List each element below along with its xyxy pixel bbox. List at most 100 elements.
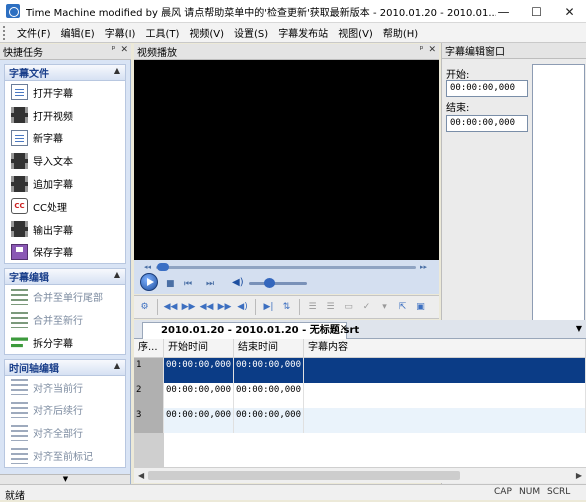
mark-start-icon[interactable]: ▶| [261, 300, 276, 315]
column-header-text[interactable]: 字幕内容 [304, 339, 586, 358]
minimize-button[interactable]: — [487, 0, 520, 23]
open-subtitle-icon [11, 84, 28, 101]
scroll-down-button[interactable]: ▼ [0, 474, 130, 484]
seek-bar[interactable] [156, 266, 416, 269]
task-export-subtitle[interactable]: 输出字幕 [5, 218, 125, 241]
import-text-icon [11, 152, 28, 169]
task-merge-new-line[interactable]: 合并至新行 [5, 308, 125, 331]
end-label: 结束: [446, 103, 470, 114]
task-group-title: 时间轴编辑 [9, 363, 59, 375]
task-append-subtitle[interactable]: 追加字幕 [5, 172, 125, 195]
task-merge-line-end[interactable]: 合并至单行尾部 [5, 285, 125, 308]
export-icon[interactable]: ⇱ [395, 300, 410, 315]
play-button[interactable] [140, 273, 158, 291]
tab-menu-icon[interactable]: ▼ [576, 324, 582, 333]
horizontal-scrollbar[interactable]: ◀ ▶ [134, 467, 586, 483]
align-right-icon[interactable]: ☰ [323, 300, 338, 315]
settings-icon[interactable]: ⚙ [137, 300, 152, 315]
mark-end-icon[interactable]: ⇅ [279, 300, 294, 315]
task-cc[interactable]: CC CC处理 [5, 195, 125, 218]
menu-video[interactable]: 视频(V) [184, 25, 229, 40]
new-subtitle-icon [11, 129, 28, 146]
playback-controls: ◂◂ ▸▸ ■ ⏮ ⏭ ◀) [134, 260, 439, 294]
task-group-timeline-edit: 时间轴编辑 ▲ 对齐当前行 对齐后续行 对齐全部行 对齐至前标记 [4, 358, 126, 468]
check-icon[interactable]: ✓ [359, 300, 374, 315]
end-time-field[interactable]: 00:00:00,000 [446, 115, 528, 132]
menu-view[interactable]: 视图(V) [333, 25, 378, 40]
fast-back-icon[interactable]: ◀◀ [199, 300, 214, 315]
menu-help[interactable]: 帮助(H) [378, 25, 423, 40]
menu-tools[interactable]: 工具(T) [140, 25, 184, 40]
task-new-subtitle[interactable]: 新字幕 [5, 127, 125, 150]
export-subtitle-icon [11, 221, 28, 238]
seek-right-icon[interactable]: ▸▸ [420, 263, 427, 271]
task-group-header[interactable]: 字幕文件 ▲ [5, 65, 125, 81]
append-subtitle-icon [11, 175, 28, 192]
document-tab[interactable]: 2010.01.20 - 2010.01.20 - 无标题.srt [142, 322, 359, 339]
menu-grip[interactable] [3, 25, 9, 40]
table-row[interactable]: 3 00:00:00,000 00:00:00,000 [134, 408, 586, 433]
maximize-button[interactable]: ☐ [520, 0, 553, 23]
scroll-right-icon[interactable]: ▶ [576, 471, 582, 480]
audio-icon[interactable]: ◀) [235, 300, 250, 315]
stop-icon[interactable]: ■ [166, 279, 175, 289]
title-bar: Time Machine modified by 晨风 请点帮助菜单中的'检查更… [0, 0, 586, 23]
task-group-header[interactable]: 字幕编辑 ▲ [5, 269, 125, 286]
menu-subtitle[interactable]: 字幕(I) [100, 25, 141, 40]
seek-left-icon[interactable]: ◂◂ [144, 263, 151, 271]
editor-panel-title: 字幕编辑窗口 [445, 47, 505, 58]
task-open-video[interactable]: 打开视频 [5, 104, 125, 127]
column-header-end[interactable]: 结束时间 [234, 339, 304, 358]
dropdown-icon[interactable]: ▾ [377, 300, 392, 315]
task-align-prev-mark[interactable]: 对齐至前标记 [5, 444, 125, 467]
quick-tasks-header: 快捷任务 ᵖ ✕ [0, 44, 131, 60]
rewind-icon[interactable]: ◀◀ [163, 300, 178, 315]
pin-icon[interactable]: ᵖ [112, 45, 116, 55]
column-header-index[interactable]: 序... [134, 339, 164, 358]
menu-file[interactable]: 文件(F) [12, 25, 56, 40]
scroll-thumb[interactable] [148, 471, 460, 480]
table-row[interactable]: 1 00:00:00,000 00:00:00,000 [134, 358, 586, 383]
task-align-all[interactable]: 对齐全部行 [5, 421, 125, 444]
task-import-text[interactable]: 导入文本 [5, 149, 125, 172]
caps-indicator: CAP [494, 487, 512, 497]
task-save-subtitle[interactable]: 保存字幕 [5, 241, 125, 264]
image-icon[interactable]: ▣ [413, 300, 428, 315]
task-group-subtitle-file: 字幕文件 ▲ 打开字幕 打开视频 新字幕 导入文本 追加字幕 CC CC处理 输出… [4, 64, 126, 265]
chevron-up-icon[interactable]: ▲ [114, 66, 120, 75]
task-split-subtitle[interactable]: 拆分字幕 [5, 331, 125, 354]
fast-forward-icon[interactable]: ▶▶ [217, 300, 232, 315]
close-icon[interactable]: ✕ [428, 45, 436, 55]
seek-handle[interactable] [157, 263, 169, 271]
menu-settings[interactable]: 设置(S) [229, 25, 273, 40]
close-icon[interactable]: ✕ [120, 45, 128, 55]
open-video-icon [11, 107, 28, 124]
editor-panel-header: 字幕编辑窗口 [442, 43, 586, 59]
column-header-start[interactable]: 开始时间 [164, 339, 234, 358]
align-left-icon[interactable]: ☰ [305, 300, 320, 315]
table-row[interactable]: 2 00:00:00,000 00:00:00,000 [134, 383, 586, 408]
step-forward-icon[interactable]: ▶▶ [181, 300, 196, 315]
prev-icon[interactable]: ⏮ [184, 279, 192, 289]
tab-close-icon[interactable]: ✕ [340, 324, 348, 334]
chevron-up-icon[interactable]: ▲ [114, 270, 120, 279]
menu-publish[interactable]: 字幕发布站 [273, 25, 333, 40]
save-icon [11, 243, 28, 260]
menu-edit[interactable]: 编辑(E) [56, 25, 100, 40]
next-icon[interactable]: ⏭ [206, 279, 214, 289]
align-following-icon [11, 401, 28, 418]
insert-icon[interactable]: ▭ [341, 300, 356, 315]
volume-slider[interactable] [249, 282, 307, 285]
pin-icon[interactable]: ᵖ [420, 45, 424, 55]
task-group-header[interactable]: 时间轴编辑 ▲ [5, 359, 125, 376]
scroll-left-icon[interactable]: ◀ [138, 471, 144, 480]
close-button[interactable]: ✕ [553, 0, 586, 23]
video-display[interactable] [134, 60, 439, 260]
task-align-following[interactable]: 对齐后续行 [5, 399, 125, 422]
task-align-current[interactable]: 对齐当前行 [5, 376, 125, 399]
volume-handle[interactable] [264, 278, 275, 288]
chevron-up-icon[interactable]: ▲ [114, 361, 120, 370]
start-time-field[interactable]: 00:00:00,000 [446, 80, 528, 97]
volume-icon[interactable]: ◀) [232, 277, 244, 288]
task-open-subtitle[interactable]: 打开字幕 [5, 81, 125, 104]
